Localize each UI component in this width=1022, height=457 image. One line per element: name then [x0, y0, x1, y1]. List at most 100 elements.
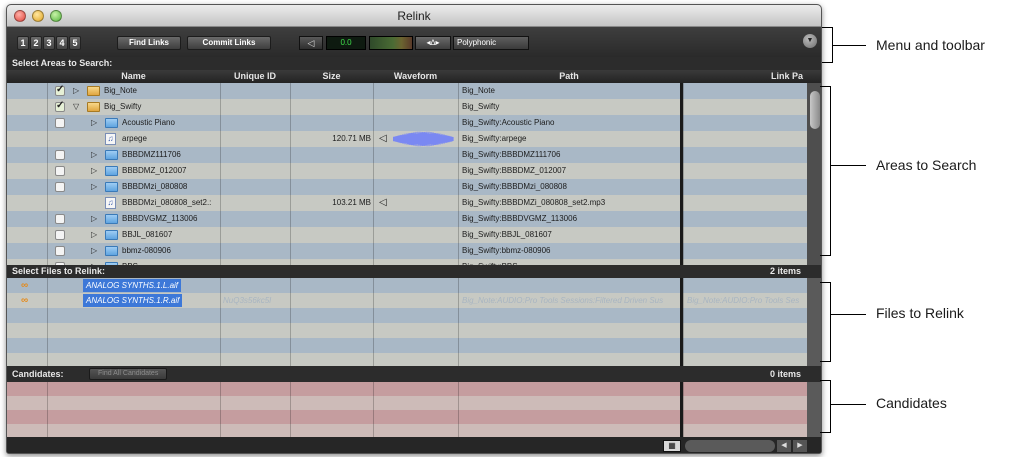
column-divider: [220, 163, 221, 179]
area-row[interactable]: ▷ BBBDVGMZ_113006 Big_Swifty:BBBDVGMZ_1130…: [7, 211, 807, 227]
file-row[interactable]: ∞ ANALOG SYNTHS.1.R.aif NuQ3s56kc5l Big_Not…: [7, 293, 807, 308]
column-divider: [290, 83, 291, 99]
disclosure-closed-icon[interactable]: ▷: [91, 247, 97, 255]
column-divider: [373, 83, 374, 99]
voice-mode-select[interactable]: Polyphonic: [453, 36, 529, 50]
memory-button-3[interactable]: 3: [43, 36, 55, 50]
candidates-section-bar: Candidates: Find All Candidates 0 items: [7, 366, 821, 382]
area-row[interactable]: ▷ BBBDMZ_012007 Big_Swifty:BBBDMZ_012007: [7, 163, 807, 179]
toolbar-menu-icon[interactable]: ▼: [803, 34, 817, 48]
include-checkbox[interactable]: [55, 118, 65, 128]
area-size: 120.71 MB: [332, 134, 371, 143]
candidate-row[interactable]: [7, 382, 807, 396]
include-checkbox[interactable]: ✓: [55, 84, 65, 96]
scroll-left-icon[interactable]: ◀: [777, 440, 791, 452]
disclosure-closed-icon[interactable]: ▷: [73, 87, 79, 95]
column-divider: [373, 382, 374, 396]
area-row[interactable]: ▷ bbmz-080906 Big_Swifty:bbmz-080906: [7, 243, 807, 259]
area-path: Big_Swifty:BBBDMzi_080808: [462, 182, 567, 191]
horizontal-scrollbar[interactable]: [685, 440, 775, 452]
speaker-icon[interactable]: ◁: [379, 131, 387, 147]
speaker-icon[interactable]: ◁: [379, 195, 387, 211]
include-checkbox[interactable]: [55, 214, 65, 224]
column-divider: [683, 211, 684, 227]
column-divider: [683, 293, 684, 308]
column-divider: [290, 338, 291, 353]
memory-button-4[interactable]: 4: [56, 36, 68, 50]
disclosure-closed-icon[interactable]: ▷: [91, 119, 97, 127]
memory-button-1[interactable]: 1: [17, 36, 29, 50]
audio-file-icon: ♫: [105, 197, 116, 209]
candidate-row[interactable]: [7, 424, 807, 437]
find-all-candidates-button[interactable]: Find All Candidates: [89, 368, 168, 380]
column-divider: [47, 338, 48, 353]
column-divider: [290, 396, 291, 410]
memory-button-5[interactable]: 5: [69, 36, 81, 50]
area-name: bbmz-080906: [122, 246, 171, 255]
link-status-icon: ∞: [21, 280, 29, 291]
include-checkbox[interactable]: [55, 150, 65, 160]
pane-divider: [680, 382, 683, 437]
area-row[interactable]: ▷ BBBDMzi_080808 Big_Swifty:BBBDMzi_080808: [7, 179, 807, 195]
disclosure-closed-icon[interactable]: ▷: [91, 183, 97, 191]
title-bar[interactable]: Relink: [7, 5, 821, 27]
commit-links-button[interactable]: Commit Links: [187, 36, 271, 50]
disclosure-open-icon[interactable]: ▽: [73, 103, 79, 111]
file-row[interactable]: ∞ ANALOG SYNTHS.1.L.aif: [7, 278, 807, 293]
column-divider: [290, 410, 291, 424]
disclosure-closed-icon[interactable]: ▷: [91, 215, 97, 223]
column-divider: [47, 163, 48, 179]
column-divider: [47, 293, 48, 308]
area-row[interactable]: ♫ arpege 120.71 MB ◁ Big_Swifty:arpege: [7, 131, 807, 147]
col-name[interactable]: Name: [47, 70, 220, 83]
include-checkbox[interactable]: [55, 166, 65, 176]
area-row[interactable]: ▷ BBBDMZ111706 Big_Swifty:BBBDMZ111706: [7, 147, 807, 163]
scroll-right-icon[interactable]: ▶: [793, 440, 807, 452]
include-checkbox[interactable]: [55, 182, 65, 192]
candidates-bracket: [820, 380, 831, 433]
column-divider: [47, 353, 48, 366]
col-path[interactable]: Path: [458, 70, 680, 83]
volume-readout[interactable]: 0.0: [326, 36, 366, 50]
find-links-button[interactable]: Find Links: [117, 36, 181, 50]
preview-speaker-icon[interactable]: ◁: [299, 36, 323, 50]
file-link-path: Big_Note:AUDIO:Pro Tools Ses: [687, 296, 800, 305]
column-divider: [47, 382, 48, 396]
file-row[interactable]: [7, 323, 807, 338]
link-status-icon: ∞: [21, 295, 29, 306]
area-row[interactable]: ▷ Acoustic Piano Big_Swifty:Acoustic Piano: [7, 115, 807, 131]
areas-scroll-thumb[interactable]: [810, 91, 820, 129]
disclosure-closed-icon[interactable]: ▷: [91, 167, 97, 175]
column-divider: [373, 115, 374, 131]
candidate-row[interactable]: [7, 396, 807, 410]
candidates-table: [7, 382, 821, 437]
disclosure-closed-icon[interactable]: ▷: [91, 151, 97, 159]
area-row[interactable]: ▷ BBJL_081607 Big_Swifty:BBJL_081607: [7, 227, 807, 243]
column-divider: [290, 382, 291, 396]
col-size[interactable]: Size: [290, 70, 373, 83]
col-waveform[interactable]: Waveform: [373, 70, 458, 83]
file-row[interactable]: [7, 353, 807, 366]
include-checkbox[interactable]: [55, 230, 65, 240]
file-row[interactable]: [7, 338, 807, 353]
file-row[interactable]: [7, 308, 807, 323]
memory-button-2[interactable]: 2: [30, 36, 42, 50]
column-divider: [373, 323, 374, 338]
area-row[interactable]: ✓ ▷ Big_Note Big_Note: [7, 83, 807, 99]
include-checkbox[interactable]: ✓: [55, 100, 65, 112]
column-divider: [373, 179, 374, 195]
relink-window: Relink 1 2 3 4 5 Find Links Commit Links…: [6, 4, 822, 454]
disclosure-closed-icon[interactable]: ▷: [91, 231, 97, 239]
area-path: Big_Swifty:BBBDMZ111706: [462, 150, 561, 159]
col-link-path[interactable]: Link Pa: [683, 70, 807, 83]
col-unique-id[interactable]: Unique ID: [220, 70, 290, 83]
areas-section-title: Select Areas to Search:: [7, 57, 821, 70]
pitch-stepper[interactable]: ◂∆▸: [415, 36, 451, 50]
area-row[interactable]: ✓ ▽ Big_Swifty Big_Swifty: [7, 99, 807, 115]
area-row[interactable]: ♫ BBBDMzi_080808_set2.: 103.21 MB ◁ Big_Swif…: [7, 195, 807, 211]
area-path: Big_Note: [462, 86, 495, 95]
include-checkbox[interactable]: [55, 246, 65, 256]
candidate-row[interactable]: [7, 410, 807, 424]
candidates-callout-line: [831, 404, 866, 405]
split-view-icon[interactable]: ▦: [663, 440, 681, 452]
